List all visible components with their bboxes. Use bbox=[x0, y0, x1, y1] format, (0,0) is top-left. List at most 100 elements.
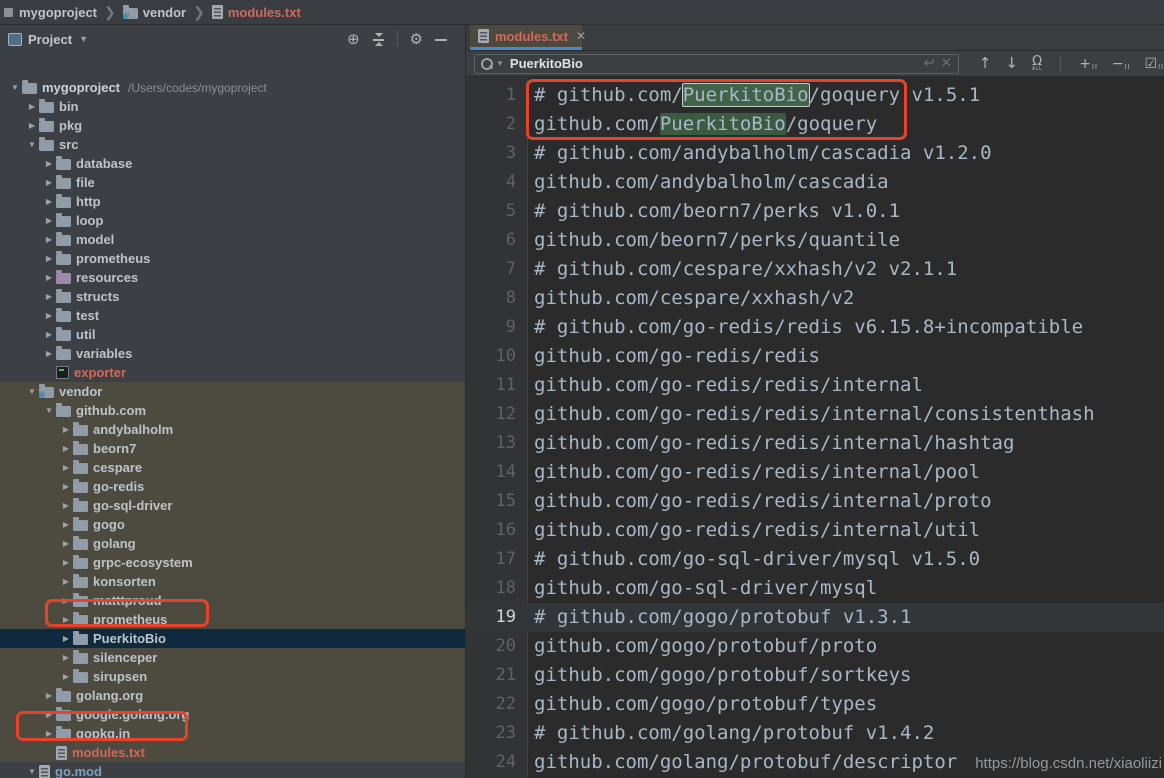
chevron-collapsed-icon[interactable]: ▶ bbox=[59, 615, 73, 624]
tree-item-exporter[interactable]: exporter bbox=[0, 363, 465, 382]
tree-item-grpc-ecosystem[interactable]: ▶grpc-ecosystem bbox=[0, 553, 465, 572]
add-selection-icon[interactable]: +II bbox=[1079, 57, 1098, 71]
tree-item-structs[interactable]: ▶structs bbox=[0, 287, 465, 306]
chevron-expanded-icon[interactable]: ▼ bbox=[42, 406, 56, 415]
search-options-chevron-icon[interactable]: ▼ bbox=[496, 59, 504, 68]
previous-occurrence-icon[interactable]: ↑ bbox=[979, 56, 992, 71]
code-line-19[interactable]: 19# github.com/gogo/protobuf v1.3.1 bbox=[466, 603, 1164, 632]
tree-item-test[interactable]: ▶test bbox=[0, 306, 465, 325]
chevron-collapsed-icon[interactable]: ▶ bbox=[42, 691, 56, 700]
remove-selection-icon[interactable]: −II bbox=[1112, 57, 1131, 71]
code-line-12[interactable]: 12github.com/go-redis/redis/internal/con… bbox=[466, 400, 1164, 429]
chevron-collapsed-icon[interactable]: ▶ bbox=[59, 482, 73, 491]
search-input[interactable]: ▼ PuerkitoBio ↩ ✕ bbox=[474, 54, 959, 74]
tree-item-pkg[interactable]: ▶pkg bbox=[0, 116, 465, 135]
tree-item-cespare[interactable]: ▶cespare bbox=[0, 458, 465, 477]
chevron-collapsed-icon[interactable]: ▶ bbox=[42, 216, 56, 225]
code-line-5[interactable]: 5# github.com/beorn7/perks v1.0.1 bbox=[466, 197, 1164, 226]
chevron-down-icon[interactable]: ▼ bbox=[79, 34, 88, 44]
code-line-9[interactable]: 9# github.com/go-redis/redis v6.15.8+inc… bbox=[466, 313, 1164, 342]
search-query-text[interactable]: PuerkitoBio bbox=[510, 56, 918, 71]
tree-item-variables[interactable]: ▶variables bbox=[0, 344, 465, 363]
tree-item-vendor[interactable]: ▼vvendor bbox=[0, 382, 465, 401]
chevron-collapsed-icon[interactable]: ▶ bbox=[42, 311, 56, 320]
chevron-expanded-icon[interactable]: ▼ bbox=[25, 767, 39, 776]
tree-item-andybalholm[interactable]: ▶andybalholm bbox=[0, 420, 465, 439]
chevron-collapsed-icon[interactable]: ▶ bbox=[42, 710, 56, 719]
chevron-collapsed-icon[interactable]: ▶ bbox=[59, 634, 73, 643]
code-line-10[interactable]: 10github.com/go-redis/redis bbox=[466, 342, 1164, 371]
locate-file-icon[interactable]: ⊕ bbox=[347, 32, 360, 47]
chevron-collapsed-icon[interactable]: ▶ bbox=[42, 254, 56, 263]
code-line-11[interactable]: 11github.com/go-redis/redis/internal bbox=[466, 371, 1164, 400]
chevron-expanded-icon[interactable]: ▼ bbox=[25, 140, 39, 149]
find-all-icon[interactable]: ΩALL bbox=[1032, 55, 1042, 72]
chevron-collapsed-icon[interactable]: ▶ bbox=[59, 653, 73, 662]
chevron-expanded-icon[interactable]: ▼ bbox=[25, 387, 39, 396]
tree-item-loop[interactable]: ▶loop bbox=[0, 211, 465, 230]
tree-item-silenceper[interactable]: ▶silenceper bbox=[0, 648, 465, 667]
chevron-collapsed-icon[interactable]: ▶ bbox=[59, 577, 73, 586]
tree-item-gogo[interactable]: ▶gogo bbox=[0, 515, 465, 534]
chevron-collapsed-icon[interactable]: ▶ bbox=[42, 178, 56, 187]
chevron-collapsed-icon[interactable]: ▶ bbox=[59, 520, 73, 529]
code-line-16[interactable]: 16github.com/go-redis/redis/internal/uti… bbox=[466, 516, 1164, 545]
chevron-expanded-icon[interactable]: ▼ bbox=[8, 83, 22, 92]
breadcrumb-item-vendor[interactable]: v vendor bbox=[123, 5, 186, 20]
chevron-collapsed-icon[interactable]: ▶ bbox=[42, 729, 56, 738]
code-line-18[interactable]: 18github.com/go-sql-driver/mysql bbox=[466, 574, 1164, 603]
tree-item-http[interactable]: ▶http bbox=[0, 192, 465, 211]
code-line-21[interactable]: 21github.com/gogo/protobuf/sortkeys bbox=[466, 661, 1164, 690]
chevron-collapsed-icon[interactable]: ▶ bbox=[59, 425, 73, 434]
search-history-icon[interactable]: ↩ bbox=[924, 56, 935, 71]
tree-item-go-redis[interactable]: ▶go-redis bbox=[0, 477, 465, 496]
tree-item-beorn7[interactable]: ▶beorn7 bbox=[0, 439, 465, 458]
chevron-collapsed-icon[interactable]: ▶ bbox=[59, 501, 73, 510]
chevron-collapsed-icon[interactable]: ▶ bbox=[42, 159, 56, 168]
next-occurrence-icon[interactable]: ↓ bbox=[1005, 56, 1018, 71]
code-line-3[interactable]: 3# github.com/andybalholm/cascadia v1.2.… bbox=[466, 139, 1164, 168]
tree-item-go.mod[interactable]: ▼go.mod bbox=[0, 762, 465, 778]
tree-item-prometheus[interactable]: ▶prometheus bbox=[0, 610, 465, 629]
tree-item-github.com[interactable]: ▼github.com bbox=[0, 401, 465, 420]
chevron-collapsed-icon[interactable]: ▶ bbox=[42, 235, 56, 244]
tree-item-gopkg.in[interactable]: ▶gopkg.in bbox=[0, 724, 465, 743]
breadcrumb-item-file[interactable]: modules.txt bbox=[212, 5, 301, 20]
code-line-15[interactable]: 15github.com/go-redis/redis/internal/pro… bbox=[466, 487, 1164, 516]
tree-item-puerkitobio[interactable]: ▶PuerkitoBio bbox=[0, 629, 465, 648]
tree-item-file[interactable]: ▶file bbox=[0, 173, 465, 192]
chevron-collapsed-icon[interactable]: ▶ bbox=[59, 596, 73, 605]
tree-item-modules.txt[interactable]: modules.txt bbox=[0, 743, 465, 762]
tree-item-database[interactable]: ▶database bbox=[0, 154, 465, 173]
tree-item-resources[interactable]: ▶resources bbox=[0, 268, 465, 287]
tree-item-sirupsen[interactable]: ▶sirupsen bbox=[0, 667, 465, 686]
tree-item-src[interactable]: ▼src bbox=[0, 135, 465, 154]
tree-item-konsorten[interactable]: ▶konsorten bbox=[0, 572, 465, 591]
code-line-20[interactable]: 20github.com/gogo/protobuf/proto bbox=[466, 632, 1164, 661]
code-line-1[interactable]: 1# github.com/PuerkitoBio/goquery v1.5.1 bbox=[466, 81, 1164, 110]
chevron-collapsed-icon[interactable]: ▶ bbox=[59, 672, 73, 681]
select-all-matches-icon[interactable]: ☑II bbox=[1145, 57, 1164, 71]
code-line-13[interactable]: 13github.com/go-redis/redis/internal/has… bbox=[466, 429, 1164, 458]
code-editor[interactable]: 1# github.com/PuerkitoBio/goquery v1.5.1… bbox=[466, 77, 1164, 778]
clear-search-icon[interactable]: ✕ bbox=[941, 56, 952, 71]
tab-modules-txt[interactable]: modules.txt ✕ bbox=[470, 25, 582, 50]
breadcrumb-item-project[interactable]: mygoproject bbox=[19, 5, 97, 20]
code-line-17[interactable]: 17# github.com/go-sql-driver/mysql v1.5.… bbox=[466, 545, 1164, 574]
collapse-all-icon[interactable] bbox=[372, 33, 385, 46]
close-icon[interactable]: ✕ bbox=[576, 29, 586, 43]
tree-item-go-sql-driver[interactable]: ▶go-sql-driver bbox=[0, 496, 465, 515]
code-line-4[interactable]: 4github.com/andybalholm/cascadia bbox=[466, 168, 1164, 197]
settings-gear-icon[interactable]: ⚙ bbox=[410, 32, 423, 47]
panel-title[interactable]: Project bbox=[28, 32, 72, 47]
code-line-14[interactable]: 14github.com/go-redis/redis/internal/poo… bbox=[466, 458, 1164, 487]
tree-item-model[interactable]: ▶model bbox=[0, 230, 465, 249]
chevron-collapsed-icon[interactable]: ▶ bbox=[42, 197, 56, 206]
chevron-collapsed-icon[interactable]: ▶ bbox=[59, 539, 73, 548]
code-line-8[interactable]: 8github.com/cespare/xxhash/v2 bbox=[466, 284, 1164, 313]
chevron-collapsed-icon[interactable]: ▶ bbox=[59, 558, 73, 567]
chevron-collapsed-icon[interactable]: ▶ bbox=[25, 121, 39, 130]
tree-item-bin[interactable]: ▶bin bbox=[0, 97, 465, 116]
chevron-collapsed-icon[interactable]: ▶ bbox=[42, 330, 56, 339]
code-line-2[interactable]: 2github.com/PuerkitoBio/goquery bbox=[466, 110, 1164, 139]
